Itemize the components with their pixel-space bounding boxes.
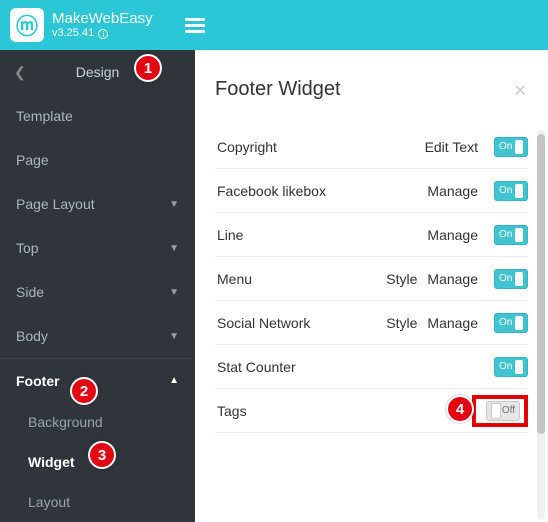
main-panel: Footer Widget × Copyright Edit Text On F… bbox=[195, 50, 548, 522]
sidebar: ❮ Design Template Page Page Layout ▼ Top… bbox=[0, 50, 195, 522]
sidebar-item-body[interactable]: Body ▼ bbox=[0, 314, 195, 358]
sidebar-item-label: Layout bbox=[28, 494, 70, 510]
sidebar-subitem-widget[interactable]: Widget bbox=[0, 442, 195, 482]
row-label: Facebook likebox bbox=[215, 183, 417, 199]
sidebar-item-page-layout[interactable]: Page Layout ▼ bbox=[0, 182, 195, 226]
sidebar-item-template[interactable]: Template bbox=[0, 94, 195, 138]
row-label: Tags bbox=[215, 403, 462, 419]
chevron-down-icon: ▼ bbox=[169, 243, 179, 254]
manage-link[interactable]: Manage bbox=[427, 271, 478, 287]
widget-row-tags: Tags Off bbox=[215, 389, 528, 433]
breadcrumb: ❮ Design bbox=[0, 50, 195, 94]
close-icon[interactable]: × bbox=[514, 80, 526, 103]
widget-row-facebook: Facebook likebox Manage On bbox=[215, 169, 528, 213]
widget-row-statcounter: Stat Counter On bbox=[215, 345, 528, 389]
widget-row-line: Line Manage On bbox=[215, 213, 528, 257]
toggle-on[interactable]: On bbox=[494, 357, 528, 377]
menu-toggle-icon[interactable] bbox=[185, 15, 205, 36]
widget-row-copyright: Copyright Edit Text On bbox=[215, 125, 528, 169]
row-label: Social Network bbox=[215, 315, 376, 331]
widget-row-menu: Menu Style Manage On bbox=[215, 257, 528, 301]
chevron-down-icon: ▼ bbox=[169, 331, 179, 342]
manage-link[interactable]: Manage bbox=[427, 183, 478, 199]
panel-title: Footer Widget bbox=[215, 78, 528, 101]
chevron-up-icon: ▲ bbox=[169, 375, 179, 386]
toggle-on[interactable]: On bbox=[494, 313, 528, 333]
brand-logo: ⓜ bbox=[10, 8, 44, 42]
sidebar-item-label: Footer bbox=[16, 373, 60, 389]
row-label: Menu bbox=[215, 271, 376, 287]
brand-block: MakeWebEasy v3.25.41 i bbox=[52, 10, 153, 40]
widget-row-social: Social Network Style Manage On bbox=[215, 301, 528, 345]
chevron-down-icon: ▼ bbox=[169, 287, 179, 298]
sidebar-item-top[interactable]: Top ▼ bbox=[0, 226, 195, 270]
edit-text-link[interactable]: Edit Text bbox=[425, 139, 478, 155]
chevron-down-icon: ▼ bbox=[169, 199, 179, 210]
sidebar-item-label: Template bbox=[16, 108, 73, 124]
breadcrumb-label: Design bbox=[76, 64, 120, 80]
brand-version: v3.25.41 i bbox=[52, 27, 153, 40]
sidebar-subitem-layout[interactable]: Layout bbox=[0, 482, 195, 522]
manage-link[interactable]: Manage bbox=[427, 227, 478, 243]
row-label: Copyright bbox=[215, 139, 415, 155]
sidebar-item-label: Page bbox=[16, 152, 49, 168]
toggle-on[interactable]: On bbox=[494, 137, 528, 157]
sidebar-item-label: Background bbox=[28, 414, 103, 430]
toggle-off[interactable]: Off bbox=[486, 401, 520, 421]
brand-name: MakeWebEasy bbox=[52, 10, 153, 27]
sidebar-item-label: Top bbox=[16, 240, 39, 256]
info-icon[interactable]: i bbox=[98, 29, 108, 39]
sidebar-subitem-background[interactable]: Background bbox=[0, 402, 195, 442]
sidebar-item-label: Widget bbox=[28, 454, 75, 470]
topbar: ⓜ MakeWebEasy v3.25.41 i bbox=[0, 0, 548, 50]
style-link[interactable]: Style bbox=[386, 271, 417, 287]
sidebar-item-label: Body bbox=[16, 328, 48, 344]
row-label: Stat Counter bbox=[215, 359, 478, 375]
row-label: Line bbox=[215, 227, 417, 243]
sidebar-item-footer[interactable]: Footer ▲ bbox=[0, 358, 195, 402]
style-link[interactable]: Style bbox=[386, 315, 417, 331]
sidebar-item-page[interactable]: Page bbox=[0, 138, 195, 182]
sidebar-item-label: Side bbox=[16, 284, 44, 300]
highlight-box: Off bbox=[472, 395, 528, 427]
back-icon[interactable]: ❮ bbox=[14, 64, 26, 81]
manage-link[interactable]: Manage bbox=[427, 315, 478, 331]
toggle-on[interactable]: On bbox=[494, 181, 528, 201]
sidebar-item-side[interactable]: Side ▼ bbox=[0, 270, 195, 314]
toggle-on[interactable]: On bbox=[494, 225, 528, 245]
sidebar-item-label: Page Layout bbox=[16, 196, 95, 212]
toggle-on[interactable]: On bbox=[494, 269, 528, 289]
